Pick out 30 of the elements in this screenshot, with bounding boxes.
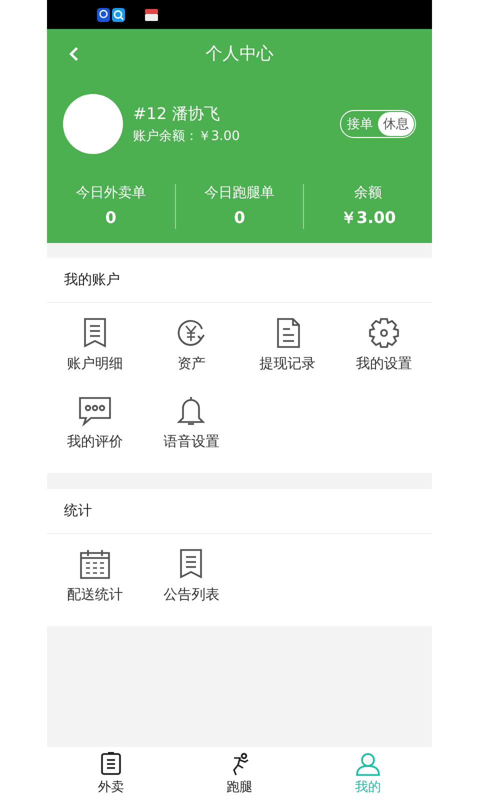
section-title: 统计 [64,502,92,520]
gear-icon [366,317,401,349]
menu-item[interactable]: 账户明细 [47,317,144,389]
stat-label: 今日跑腿单 [204,184,274,202]
person-icon [354,752,381,776]
balance-label: 账户余额： [133,128,198,144]
menu-item[interactable]: 我的评价 [47,395,144,467]
stat-label: 余额 [354,184,382,202]
toggle-option[interactable]: 休息 [378,112,414,136]
stat-label: 今日外卖单 [76,184,146,202]
chat-icon [78,395,112,427]
user-name: #12 潘协飞 [133,104,221,124]
tab[interactable]: 外卖 [47,747,176,800]
menu-item[interactable]: 资产 [143,317,240,389]
app-notification-icon [97,8,127,22]
balance-value: ￥3.00 [198,128,240,144]
calendar-icon [78,548,112,580]
stat-value: 0 [234,208,246,227]
tab[interactable]: 跑腿 [175,747,304,800]
menu-item[interactable]: 语音设置 [143,395,240,467]
page-title: 个人中心 [206,43,274,65]
back-icon[interactable] [68,46,80,62]
stat-value: 0 [105,208,116,227]
section-title: 我的账户 [64,271,120,289]
menu-item[interactable]: 公告列表 [143,548,240,620]
app-notification-icon [145,8,158,20]
stat-value: ￥3.00 [340,208,396,229]
menu-item[interactable]: 我的设置 [336,317,432,389]
menu-item[interactable]: 提现记录 [240,317,336,389]
menu-item[interactable]: 配送统计 [47,548,144,620]
